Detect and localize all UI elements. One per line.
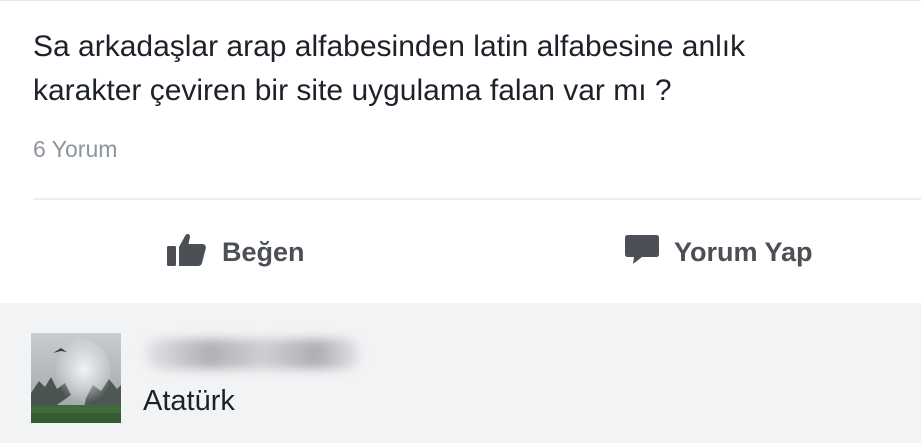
post-text: Sa arkadaşlar arap alfabesinden latin al…: [33, 25, 918, 113]
comment-count-link[interactable]: 6 Yorum: [33, 136, 117, 163]
like-button[interactable]: Beğen: [166, 228, 305, 276]
post-text-line: karakter çeviren bir site uygulama falan…: [33, 74, 672, 107]
post-text-line: Sa arkadaşlar arap alfabesinden latin al…: [33, 30, 746, 63]
commenter-avatar[interactable]: [31, 333, 121, 423]
commenter-name-blurred[interactable]: [145, 339, 360, 369]
comment-label: Yorum Yap: [674, 236, 813, 267]
post-top-border: [0, 0, 921, 1]
comment-text: Atatürk: [143, 385, 235, 417]
comment-button[interactable]: Yorum Yap: [624, 228, 813, 276]
like-label: Beğen: [222, 236, 305, 267]
thumbs-up-icon: [166, 231, 208, 274]
divider: [33, 198, 921, 200]
comment-section: Atatürk: [0, 303, 921, 443]
speech-bubble-icon: [624, 232, 660, 273]
